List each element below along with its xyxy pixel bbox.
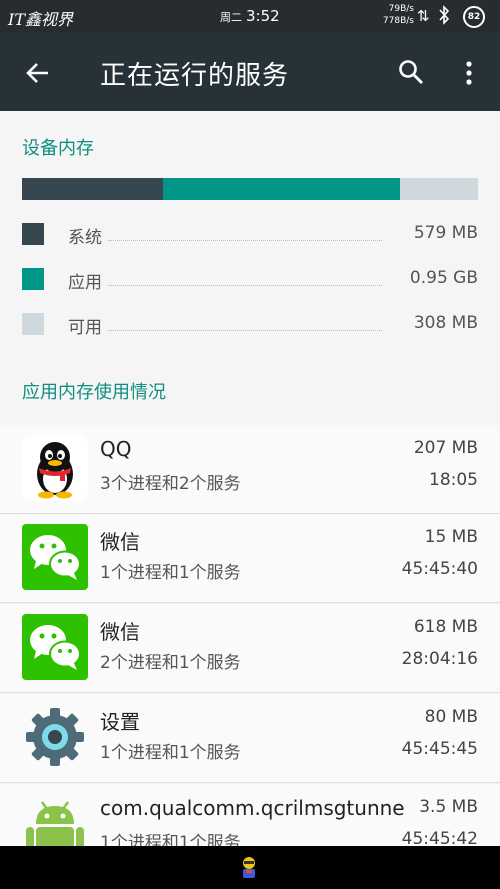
app-memory-value: 80 MB — [424, 707, 478, 727]
app-runtime: 45:45:45 — [401, 739, 478, 759]
legend-leader — [108, 285, 382, 286]
qq-penguin-icon — [22, 435, 88, 501]
legend-leader — [108, 240, 382, 241]
search-icon[interactable] — [397, 58, 425, 86]
settings-gear-icon — [26, 708, 84, 766]
app-runtime: 28:04:16 — [401, 649, 478, 669]
app-memory-value: 15 MB — [424, 527, 478, 547]
app-memory-value: 618 MB — [413, 617, 478, 637]
legend-system: 系统 579 MB — [22, 221, 478, 249]
more-vert-icon[interactable] — [459, 59, 479, 87]
app-process-info: 2个进程和1个服务 — [100, 653, 241, 673]
device-memory-heading: 设备内存 — [22, 138, 94, 159]
memory-bar-app — [163, 178, 401, 200]
mascot-icon — [243, 857, 255, 878]
weekday-label: 周二 — [220, 11, 242, 24]
legend-swatch — [22, 268, 44, 290]
upload-speed: 79B/s — [388, 4, 414, 14]
memory-usage-bar — [22, 178, 478, 200]
bluetooth-icon — [439, 5, 450, 25]
page-title: 正在运行的服务 — [100, 61, 290, 91]
legend-swatch — [22, 223, 44, 245]
app-runtime: 18:05 — [429, 470, 478, 490]
app-process-info: 1个进程和1个服务 — [100, 563, 241, 583]
legend-swatch — [22, 313, 44, 335]
arrow-left-icon[interactable] — [24, 59, 52, 87]
clock: 周二 3:52 — [220, 7, 280, 25]
app-row-qq[interactable]: QQ 3个进程和2个服务 207 MB 18:05 — [0, 425, 500, 514]
battery-icon: 82 — [463, 6, 485, 28]
legend-label: 可用 — [68, 318, 102, 338]
app-name: 微信 — [100, 530, 140, 554]
legend-value: 308 MB — [413, 313, 478, 333]
legend-free: 可用 308 MB — [22, 311, 478, 339]
app-name: 设置 — [100, 710, 140, 734]
app-row-settings[interactable]: 设置 1个进程和1个服务 80 MB 45:45:45 — [0, 694, 500, 783]
legend-app: 应用 0.95 GB — [22, 266, 478, 294]
legend-label: 应用 — [68, 273, 102, 293]
app-runtime: 45:45:40 — [401, 559, 478, 579]
network-speed: 79B/s 778B/s — [380, 3, 414, 27]
legend-value: 0.95 GB — [409, 268, 478, 288]
legend-value: 579 MB — [413, 223, 478, 243]
legend-label: 系统 — [68, 228, 102, 248]
app-process-info: 1个进程和1个服务 — [100, 743, 241, 763]
app-memory-value: 3.5 MB — [419, 797, 478, 817]
data-transfer-icon: ⇅ — [417, 7, 430, 25]
app-name: com.qualcomm.qcrilmsgtunnel — [100, 796, 406, 820]
navigation-bar — [0, 846, 500, 889]
status-bar: IT鑫视界 周二 3:52 79B/s 778B/s ⇅ 82 — [0, 0, 500, 33]
memory-bar-system — [22, 178, 164, 200]
wechat-icon — [22, 614, 88, 680]
carrier-label: IT鑫视界 — [8, 10, 73, 29]
legend-leader — [108, 330, 382, 331]
app-process-info: 3个进程和2个服务 — [100, 474, 241, 494]
app-memory-heading: 应用内存使用情况 — [22, 382, 166, 403]
time-label: 3:52 — [246, 7, 280, 25]
app-name: 微信 — [100, 620, 140, 644]
app-toolbar: 正在运行的服务 — [0, 33, 500, 111]
app-memory-value: 207 MB — [413, 438, 478, 458]
app-row-wechat-2[interactable]: 微信 2个进程和1个服务 618 MB 28:04:16 — [0, 604, 500, 693]
download-speed: 778B/s — [382, 16, 414, 26]
app-row-wechat-1[interactable]: 微信 1个进程和1个服务 15 MB 45:45:40 — [0, 514, 500, 603]
app-name: QQ — [100, 437, 132, 461]
wechat-icon — [22, 524, 88, 590]
